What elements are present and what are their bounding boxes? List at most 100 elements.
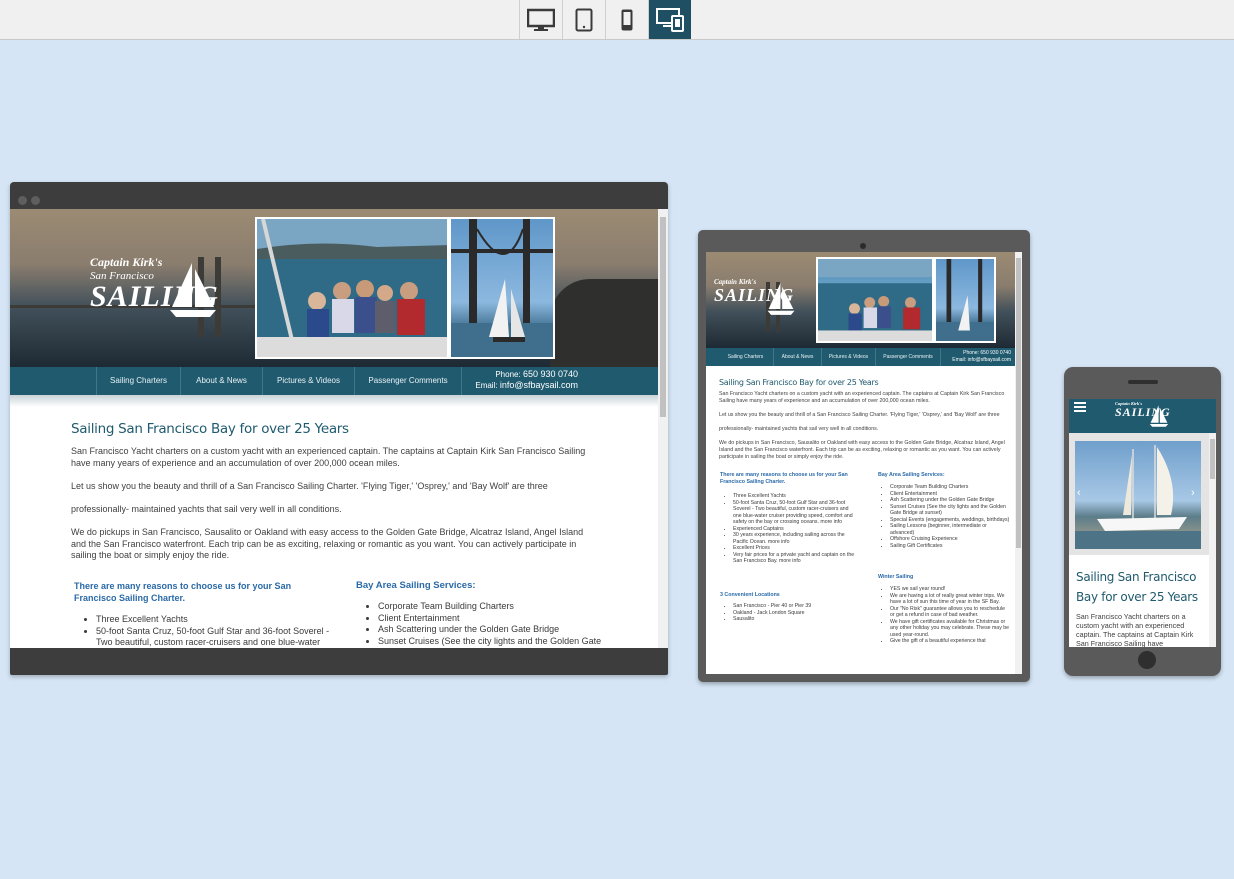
nav-passenger-comments[interactable]: Passenger Comments [875,348,941,366]
mobile-header: Captain Kirk's SAILING [1069,399,1216,433]
intro-paragraph-3: We do pickups in San Francisco, Sausalit… [719,440,1005,460]
window-dot [18,196,27,205]
sailboat-logo-icon [1149,405,1169,427]
intro-paragraph-2a: Let us show you the beauty and thrill of… [719,412,1000,418]
winter-list: YES we sail year round! We are having a … [890,586,1010,645]
intro-paragraph-2a: Let us show you the beauty and thrill of… [71,481,548,491]
header-photo-crew [255,217,449,359]
contact-block: Phone: 650 930 0740 Email: info@sfbaysai… [941,350,1011,364]
hamburger-menu-icon[interactable] [1074,402,1086,412]
list-item: Ash Scattering under the Golden Gate Bri… [378,624,608,636]
winter-heading: Winter Sailing [878,574,914,580]
tablet-scrollbar[interactable] [1015,252,1022,674]
intro-paragraph-1: San Francisco Yacht charters on a custom… [719,391,1005,404]
scrollbar-thumb[interactable] [660,217,666,417]
site-logo[interactable]: Captain Kirk's San Francisco SAILING [90,255,230,317]
site-header: Captain Kirk's SAILING [706,252,1022,348]
nav-about-news[interactable]: About & News [773,348,821,366]
tablet-camera [860,243,866,249]
sailboat-logo-icon [767,283,795,315]
services-heading: Bay Area Sailing Services: [356,580,476,591]
scrollbar-thumb[interactable] [1210,439,1215,479]
desktop-preview-frame: Captain Kirk's San Francisco SAILING Sai… [10,182,668,675]
phone-number[interactable]: 650 930 0740 [980,350,1011,356]
reasons-heading: There are many reasons to choose us for … [74,581,292,603]
list-item: Sausalito [733,616,857,623]
window-dot [31,196,40,205]
phone-preview-screen[interactable]: Captain Kirk's SAILING ‹ › Sailing San F… [1069,399,1216,647]
locations-list: San Francisco - Pier 40 or Pier 39 Oakla… [733,603,857,623]
reasons-list: Three Excellent Yachts 50-foot Santa Cru… [96,614,336,648]
header-photo-bridge [449,217,555,359]
mobile-intro-paragraph: San Francisco Yacht charters on a custom… [1076,612,1194,647]
locations-heading: 3 Convenient Locations [720,592,780,598]
services-list: Corporate Team Building Charters Client … [890,484,1010,549]
intro-paragraph-3: We do pickups in San Francisco, Sausalit… [71,527,584,560]
intro-paragraph-1: San Francisco Yacht charters on a custom… [71,446,586,468]
slider-next-arrow-icon[interactable]: › [1191,487,1195,499]
nav-sailing-charters[interactable]: Sailing Charters [96,367,180,395]
intro-paragraph-2b: professionally- maintained yachts that s… [719,426,879,432]
tablet-preview-frame: Captain Kirk's SAILING Sailing Charters … [698,230,1030,682]
page-heading: Sailing San Francisco Bay for over 25 Ye… [71,421,349,437]
services-heading: Bay Area Sailing Services: [878,472,945,478]
desktop-icon [527,8,555,31]
list-item: Give the gift of a beautiful experience … [890,638,1010,645]
email-link[interactable]: info@sfbaysail.com [500,380,578,390]
desktop-view-button[interactable] [519,0,562,39]
list-item: Client Entertainment [378,613,608,625]
list-item: Ash Scattering under the Golden Gate Bri… [890,497,1010,504]
list-item: Sailing Lessons (beginner, intermediate … [890,523,1010,536]
list-item: Sunset Cruises (See the city lights and … [890,504,1010,517]
mobile-view-button[interactable] [605,0,648,39]
view-toolbar [0,0,1234,40]
nav-pictures-videos[interactable]: Pictures & Videos [821,348,875,366]
site-nav-bar: Sailing Charters About & News Pictures &… [10,367,668,395]
list-item: 50-foot Santa Cruz, 50-foot Gulf Star an… [96,626,336,649]
contact-block: Phone: 650 930 0740 Email: info@sfbaysai… [470,369,578,391]
list-item: We are having a lot of really great wint… [890,593,1010,606]
list-item: Three Excellent Yachts [96,614,336,626]
nav-about-news[interactable]: About & News [180,367,262,395]
sailboat-logo-icon [170,263,216,317]
tablet-view-button[interactable] [562,0,605,39]
tablet-icon [575,8,593,31]
mobile-page-heading: Sailing San Francisco Bay for over 25 Ye… [1076,570,1198,604]
phone-speaker [1128,380,1158,384]
header-photo-bridge [934,257,996,343]
window-dots [18,192,44,210]
nav-pictures-videos[interactable]: Pictures & Videos [262,367,354,395]
desktop-preview-screen[interactable]: Captain Kirk's San Francisco SAILING Sai… [10,209,668,648]
desktop-scrollbar[interactable] [658,209,668,648]
email-label: Email: [952,357,967,363]
list-item: Corporate Team Building Charters [378,601,608,613]
list-item: Our "No Risk" guarantee allows you to re… [890,606,1010,619]
list-item: Sailing Gift Certificates [890,543,1010,550]
phone-number[interactable]: 650 930 0740 [523,369,578,379]
site-nav-bar: Sailing Charters About & News Pictures &… [706,348,1022,366]
list-item: Sunset Cruises (See the city lights and … [378,636,608,649]
list-item: 50-foot Santa Cruz, 50-foot Gulf Star an… [733,500,857,526]
reasons-heading: There are many reasons to choose us for … [720,472,848,485]
responsive-devices-icon [656,7,684,32]
nav-sailing-charters[interactable]: Sailing Charters [718,348,773,366]
services-list: Corporate Team Building Charters Client … [378,601,608,648]
phone-home-button[interactable] [1138,651,1156,669]
scrollbar-thumb[interactable] [1016,258,1021,548]
tablet-preview-screen[interactable]: Captain Kirk's SAILING Sailing Charters … [706,252,1022,674]
reasons-list: Three Excellent Yachts 50-foot Santa Cru… [733,493,857,565]
nav-passenger-comments[interactable]: Passenger Comments [354,367,462,395]
phone-label: Phone: [495,370,521,379]
slider-prev-arrow-icon[interactable]: ‹ [1077,487,1081,499]
slider-photo-yacht [1075,441,1201,549]
header-photo-crew [816,257,934,343]
email-link[interactable]: info@sfbaysail.com [968,357,1011,363]
list-item: Very fair prices for a private yacht and… [733,552,857,565]
mobile-icon [621,9,633,30]
image-slider[interactable]: ‹ › [1069,433,1209,555]
phone-scrollbar[interactable] [1209,433,1216,647]
site-logo[interactable]: Captain Kirk's SAILING [714,278,804,315]
responsive-view-button[interactable] [648,0,691,39]
site-logo[interactable]: Captain Kirk's SAILING [1115,401,1175,427]
site-header: Captain Kirk's San Francisco SAILING [10,209,668,367]
